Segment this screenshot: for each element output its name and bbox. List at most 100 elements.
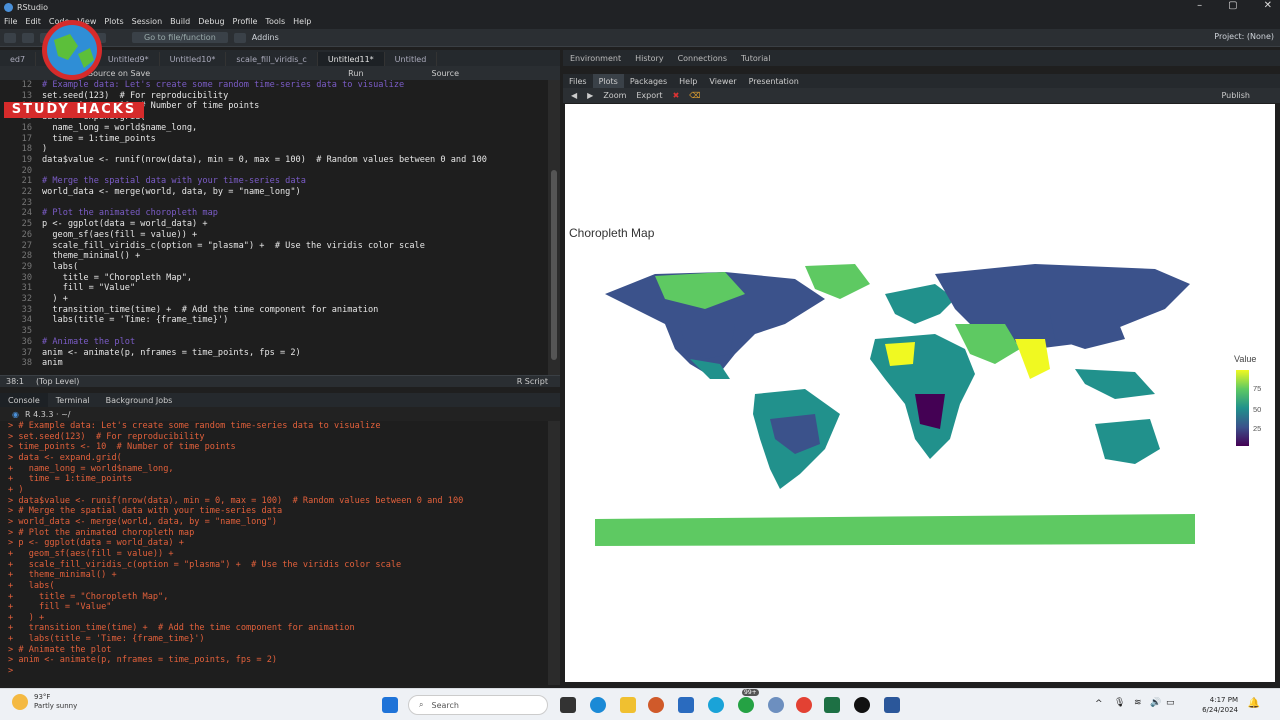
start-icon[interactable] bbox=[382, 697, 398, 713]
source-button[interactable]: Source bbox=[432, 69, 459, 78]
tab-viewer[interactable]: Viewer bbox=[703, 74, 742, 88]
back-arrow-icon[interactable]: ◀ bbox=[571, 91, 577, 100]
code-line[interactable]: time = 1:time_points bbox=[42, 134, 487, 145]
notification-icon[interactable]: 🔔 bbox=[1248, 698, 1260, 709]
maximize-button[interactable]: ▢ bbox=[1228, 0, 1237, 11]
tab-presentation[interactable]: Presentation bbox=[743, 74, 805, 88]
menu-tools[interactable]: Tools bbox=[265, 17, 285, 26]
editor-tab[interactable]: Untitled bbox=[385, 52, 438, 66]
code-line[interactable]: anim <- animate(p, nframes = time_points… bbox=[42, 348, 487, 359]
tab-plots[interactable]: Plots bbox=[592, 74, 624, 88]
tray-chevron-icon[interactable]: ^ bbox=[1095, 699, 1103, 709]
code-line[interactable]: ) + bbox=[42, 294, 487, 305]
console-line: > world_data <- merge(world, data, by = … bbox=[8, 516, 278, 527]
tab-connections[interactable]: Connections bbox=[671, 54, 734, 63]
tab-files[interactable]: Files bbox=[563, 74, 593, 88]
tab-environment[interactable]: Environment bbox=[563, 54, 628, 63]
code-line[interactable]: fill = "Value" bbox=[42, 283, 487, 294]
editor-tab-active[interactable]: Untitled11* bbox=[317, 52, 385, 66]
clear-plot-icon[interactable]: ✖ bbox=[673, 91, 680, 100]
export-button[interactable]: Export bbox=[636, 91, 662, 100]
search-icon: ⌕ bbox=[419, 700, 424, 709]
time: 4:17 PM bbox=[1209, 696, 1238, 704]
tab-tutorial[interactable]: Tutorial bbox=[734, 54, 777, 63]
forward-arrow-icon[interactable]: ▶ bbox=[587, 91, 593, 100]
run-button[interactable]: Run bbox=[348, 69, 363, 78]
code-line[interactable]: labs(title = 'Time: {frame_time}') bbox=[42, 315, 487, 326]
tab-terminal[interactable]: Terminal bbox=[48, 393, 98, 407]
menu-help[interactable]: Help bbox=[293, 17, 311, 26]
app-icon[interactable] bbox=[648, 697, 664, 713]
legend-tick: 25 bbox=[1253, 424, 1262, 433]
menu-build[interactable]: Build bbox=[170, 17, 190, 26]
editor-tab[interactable]: scale_fill_viridis_c bbox=[226, 52, 318, 66]
file-explorer-icon[interactable] bbox=[620, 697, 636, 713]
tab-console[interactable]: Console bbox=[0, 393, 48, 407]
tab-help[interactable]: Help bbox=[673, 74, 703, 88]
console-line: > set.seed(123) # For reproducibility bbox=[8, 431, 205, 442]
code-line[interactable]: geom_sf(aes(fill = value)) + bbox=[42, 230, 487, 241]
minimize-button[interactable]: – bbox=[1197, 0, 1202, 11]
rstudio-taskbar-icon[interactable] bbox=[768, 697, 784, 713]
console-line: + theme_minimal() + bbox=[8, 570, 117, 581]
code-line[interactable]: scale_fill_viridis_c(option = "plasma") … bbox=[42, 241, 487, 252]
clock[interactable]: 4:17 PM 6/24/2024 bbox=[1202, 695, 1238, 715]
file-type[interactable]: R Script bbox=[517, 377, 548, 386]
battery-icon[interactable]: ▭ bbox=[1166, 698, 1175, 708]
code-line[interactable]: # Plot the animated choropleth map bbox=[42, 208, 487, 219]
volume-icon[interactable]: 🔊 bbox=[1150, 698, 1161, 708]
broom-icon[interactable]: ⌫ bbox=[689, 91, 700, 100]
code-line[interactable]: world_data <- merge(world, data, by = "n… bbox=[42, 187, 487, 198]
wifi-icon[interactable]: ≋ bbox=[1134, 698, 1142, 708]
editor-tab[interactable]: Untitled10* bbox=[160, 52, 227, 66]
code-line[interactable]: transition_time(time) + # Add the time c… bbox=[42, 305, 487, 316]
editor-status-bar: 38:1 (Top Level) R Script bbox=[0, 375, 560, 387]
code-line[interactable]: labs( bbox=[42, 262, 487, 273]
code-line[interactable] bbox=[42, 198, 487, 209]
close-button[interactable]: ✕ bbox=[1264, 0, 1272, 11]
code-line[interactable]: title = "Choropleth Map", bbox=[42, 273, 487, 284]
editor-scrollbar[interactable] bbox=[548, 80, 560, 375]
code-line[interactable]: theme_minimal() + bbox=[42, 251, 487, 262]
publish-button[interactable]: Publish bbox=[1221, 91, 1250, 100]
skype-icon[interactable] bbox=[708, 697, 724, 713]
project-menu[interactable]: Project: (None) bbox=[1214, 32, 1274, 41]
word-icon[interactable] bbox=[884, 697, 900, 713]
store-icon[interactable] bbox=[678, 697, 694, 713]
chrome-icon[interactable] bbox=[796, 697, 812, 713]
grid-icon[interactable] bbox=[233, 32, 246, 43]
scope-indicator[interactable]: (Top Level) bbox=[36, 377, 79, 386]
menu-debug[interactable]: Debug bbox=[198, 17, 224, 26]
code-line[interactable]: # Animate the plot bbox=[42, 337, 487, 348]
line-number: 27 bbox=[21, 240, 32, 251]
taskbar-search[interactable]: ⌕ Search bbox=[408, 695, 548, 715]
code-line[interactable]: ) bbox=[42, 144, 487, 155]
tab-history[interactable]: History bbox=[628, 54, 670, 63]
whatsapp-icon[interactable] bbox=[738, 697, 754, 713]
console-scrollbar[interactable] bbox=[548, 421, 560, 685]
weather-widget[interactable]: 93°F Partly sunny bbox=[12, 693, 77, 711]
scroll-thumb[interactable] bbox=[551, 170, 557, 360]
console-output[interactable]: > # Example data: Let's create some rand… bbox=[0, 421, 548, 685]
task-view-icon[interactable] bbox=[560, 697, 576, 713]
code-line[interactable]: p <- ggplot(data = world_data) + bbox=[42, 219, 487, 230]
line-number: 30 bbox=[21, 272, 32, 283]
code-line[interactable] bbox=[42, 326, 487, 337]
legend-title: Value bbox=[1234, 354, 1257, 364]
watermark-text: STUDY HACKS bbox=[11, 102, 137, 117]
microphone-icon[interactable]: 🎙 bbox=[1114, 698, 1125, 708]
tab-background-jobs[interactable]: Background Jobs bbox=[98, 393, 181, 407]
chart-title: Choropleth Map bbox=[569, 226, 655, 240]
console-tabs: Console Terminal Background Jobs bbox=[0, 393, 560, 407]
code-line[interactable]: anim bbox=[42, 358, 487, 369]
addins-menu[interactable]: Addins bbox=[252, 33, 279, 42]
code-line[interactable] bbox=[42, 166, 487, 177]
edge-icon[interactable] bbox=[590, 697, 606, 713]
menu-profile[interactable]: Profile bbox=[233, 17, 258, 26]
code-line[interactable]: data$value <- runif(nrow(data), min = 0,… bbox=[42, 155, 487, 166]
excel-icon[interactable] bbox=[824, 697, 840, 713]
tab-packages[interactable]: Packages bbox=[624, 74, 673, 88]
code-line[interactable]: # Merge the spatial data with your time-… bbox=[42, 176, 487, 187]
zoom-button[interactable]: Zoom bbox=[603, 91, 626, 100]
chatgpt-icon[interactable] bbox=[854, 697, 870, 713]
